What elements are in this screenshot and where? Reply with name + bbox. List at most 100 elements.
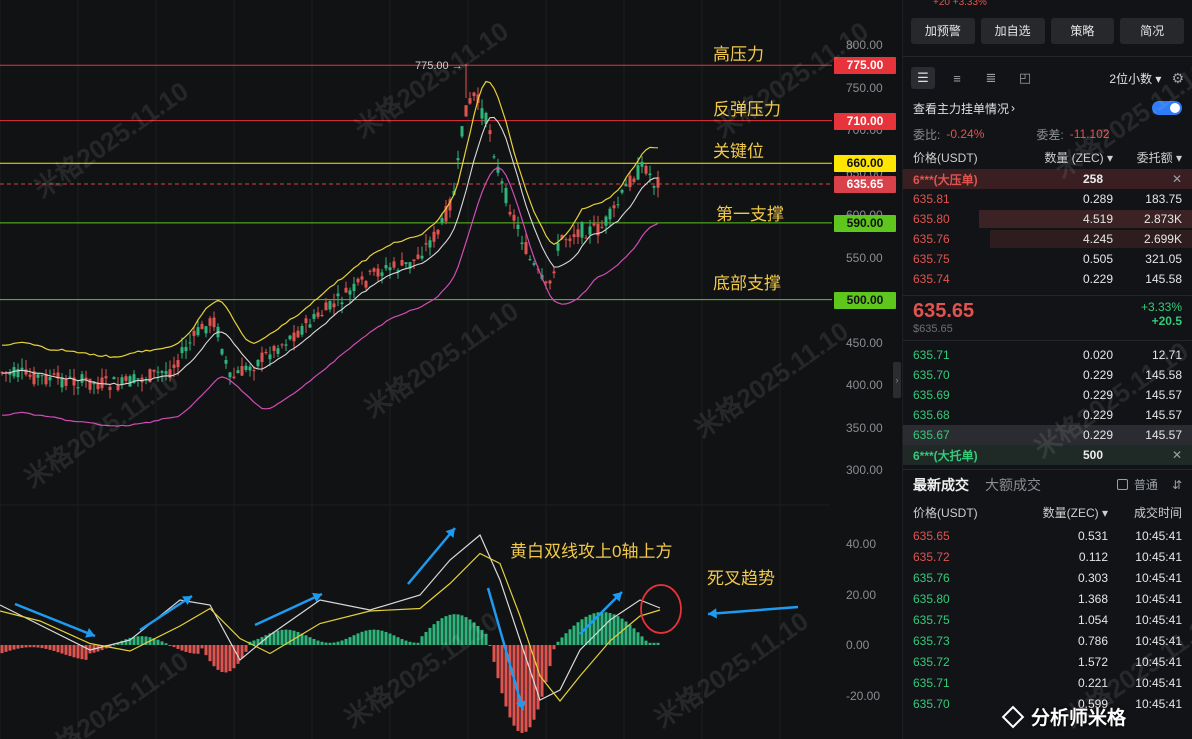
candle-body	[280, 344, 284, 346]
add-alert-button[interactable]: 加预警	[911, 18, 975, 44]
orderbook-both-icon[interactable]: ☰	[911, 67, 935, 89]
header-qty[interactable]: 数量 (ZEC) ▾	[1023, 149, 1113, 166]
bid-row[interactable]: 635.69 0.229 145.57	[903, 385, 1192, 405]
close-icon[interactable]: ✕	[1172, 172, 1182, 186]
trade-qty: 1.054	[1077, 612, 1108, 627]
bid-row[interactable]: 635.68 0.229 145.57	[903, 405, 1192, 425]
bid-amount: 145.57	[1145, 388, 1182, 402]
macd-histogram-bar	[544, 645, 548, 683]
macd-histogram-bar	[228, 645, 232, 672]
candle-body	[432, 231, 436, 242]
candle-body	[456, 158, 460, 161]
trades-header-qty[interactable]: 数量(ZEC) ▾	[1023, 504, 1108, 521]
candle-body	[648, 173, 652, 176]
macd-axis-label: 40.00	[846, 537, 877, 551]
candle-body	[548, 280, 552, 284]
ask-row[interactable]: 635.76 4.245 2.699K	[903, 229, 1192, 249]
tab-large-trades[interactable]: 大额成交	[985, 475, 1041, 495]
macd-histogram-bar	[160, 641, 164, 645]
bid-row[interactable]: 635.71 0.020 12.71	[903, 345, 1192, 365]
macd-histogram-bar	[164, 643, 168, 645]
candle-body	[176, 360, 180, 368]
bid-price: 635.69	[913, 388, 950, 402]
tab-latest-trades[interactable]: 最新成交	[913, 475, 969, 495]
candle-body	[588, 226, 592, 235]
ask-row[interactable]: 635.75 0.505 321.05	[903, 249, 1192, 269]
candle-body	[192, 330, 196, 336]
strategy-button[interactable]: 策略	[1050, 18, 1115, 44]
ask-row[interactable]: 635.81 0.289 183.75	[903, 189, 1192, 209]
macd-histogram-bar	[224, 645, 228, 673]
ask-price: 635.76	[913, 232, 950, 246]
candle-body	[312, 314, 316, 319]
macd-histogram-bar	[536, 645, 540, 710]
last-price-usd: $635.65	[913, 323, 953, 335]
candle-body	[208, 318, 212, 326]
orderbook-layout-icon[interactable]: ◰	[1013, 67, 1037, 89]
candle-body	[336, 293, 340, 297]
candle-body	[248, 366, 252, 371]
candle-body	[124, 376, 128, 381]
candle-body	[180, 347, 184, 354]
macd-histogram-bar	[436, 620, 440, 645]
macd-histogram-bar	[408, 641, 412, 645]
trade-row: 635.65 0.531 10:45:41	[903, 525, 1192, 546]
orderbook-toolbar: ☰ ≡ ≣ ◰ 2位小数 ▾ ⚙	[903, 63, 1192, 93]
candle-body	[244, 365, 248, 370]
header-amount[interactable]: 委托额 ▾	[1113, 149, 1182, 166]
big-ask-order[interactable]: 6***(大压单) 258 ✕	[903, 169, 1192, 189]
macd-histogram-bar	[180, 645, 184, 651]
divider	[903, 56, 1192, 57]
main-force-toggle[interactable]	[1152, 101, 1182, 115]
add-watchlist-button[interactable]: 加自选	[980, 18, 1045, 44]
ask-amount: 2.699K	[1143, 232, 1182, 246]
candle-body	[20, 367, 24, 370]
candle-body	[416, 254, 420, 259]
bid-row[interactable]: 635.70 0.229 145.58	[903, 365, 1192, 385]
candle-body	[228, 372, 232, 378]
macd-histogram-bar	[40, 645, 44, 649]
macd-histogram-bar	[432, 624, 436, 645]
macd-histogram-bar	[72, 645, 76, 658]
big-bid-order[interactable]: 6***(大托单) 500 ✕	[903, 445, 1192, 465]
candle-body	[616, 204, 620, 206]
trades-header-time: 成交时间	[1133, 505, 1182, 520]
precision-select[interactable]: 2位小数 ▾	[1109, 70, 1161, 87]
candle-body	[352, 283, 356, 292]
close-icon[interactable]: ✕	[1172, 448, 1182, 462]
trade-price: 635.76	[913, 570, 950, 585]
trend-arrow-line	[407, 527, 456, 585]
trade-tabs: 最新成交 大额成交 普通 ⇵	[903, 469, 1192, 499]
candle-body	[636, 165, 640, 180]
settings-icon[interactable]: ⚙	[1171, 70, 1184, 87]
candle-body	[584, 237, 588, 239]
orderbook-sell-icon[interactable]: ≣	[979, 67, 1003, 89]
orderbook-buy-icon[interactable]: ≡	[945, 67, 969, 89]
collapse-panel-handle[interactable]: ›	[893, 362, 901, 398]
candle-body	[580, 222, 584, 238]
big-ask-label: 6***(大压单)	[913, 172, 978, 187]
candle-body	[152, 369, 156, 372]
candle-body	[156, 371, 160, 373]
bid-row[interactable]: 635.67 0.229 145.57	[903, 425, 1192, 445]
candle-body	[252, 370, 256, 372]
chart-area[interactable]: 775.00 → 800.00750.00700.00650.00600.005…	[0, 0, 901, 739]
trade-row: 635.76 0.303 10:45:41	[903, 567, 1192, 588]
macd-histogram-bar	[636, 632, 640, 645]
price-axis-label: 750.00	[846, 80, 883, 95]
ask-row[interactable]: 635.80 4.519 2.873K	[903, 209, 1192, 229]
main-force-label[interactable]: 查看主力挂单情况	[913, 100, 1009, 117]
trend-arrow-head	[708, 608, 717, 619]
macd-histogram-bar	[644, 640, 648, 645]
ask-row[interactable]: 635.74 0.229 145.58	[903, 269, 1192, 289]
macd-histogram-bar	[400, 639, 404, 645]
candle-body	[68, 376, 72, 378]
filter-icon[interactable]: ⇵	[1172, 478, 1182, 492]
overview-button[interactable]: 简况	[1120, 18, 1184, 44]
macd-histogram-bar	[124, 639, 128, 645]
header-amount-label: 委托额	[1136, 150, 1173, 165]
normal-checkbox[interactable]	[1116, 479, 1128, 490]
candle-body	[556, 243, 560, 251]
macd-histogram-bar	[440, 618, 444, 645]
candle-body	[404, 262, 408, 265]
